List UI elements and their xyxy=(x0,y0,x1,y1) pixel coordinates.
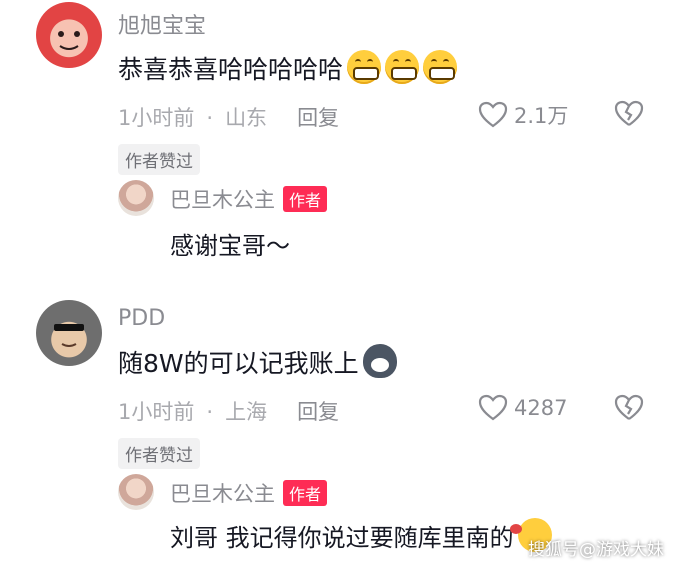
comment-meta: 1小时前 · 上海 回复 xyxy=(118,400,340,424)
reply-author[interactable]: 巴旦木公主 作者 xyxy=(170,478,328,508)
like-button[interactable]: 2.1万 xyxy=(478,100,568,130)
like-count: 4287 xyxy=(514,396,568,420)
comment-text: 随8W的可以记我账上 xyxy=(118,344,397,380)
grin-emoji-icon xyxy=(385,50,420,84)
reply-avatar[interactable] xyxy=(118,180,154,216)
heart-icon xyxy=(478,101,508,128)
reply-text: 刘哥 我记得你说过要随库里南的 xyxy=(170,518,552,553)
comment-text: 恭喜恭喜哈哈哈哈哈 xyxy=(118,50,458,86)
grin-emoji-icon xyxy=(347,50,382,84)
reply-text: 感谢宝哥～ xyxy=(170,232,290,260)
like-count: 2.1万 xyxy=(514,104,569,128)
broken-heart-icon xyxy=(614,100,644,126)
author-liked-badge: 作者赞过 xyxy=(118,144,200,175)
author-tag: 作者 xyxy=(283,186,328,212)
reply-text-content: 刘哥 我记得你说过要随库里南的 xyxy=(170,524,514,552)
author-liked-badge: 作者赞过 xyxy=(118,438,200,469)
grin-emoji-icon xyxy=(423,50,458,84)
reply-author[interactable]: 巴旦木公主 作者 xyxy=(170,184,328,214)
comment-meta: 1小时前 · 山东 回复 xyxy=(118,106,340,130)
wolf-emoji-icon xyxy=(362,344,397,378)
heart-icon xyxy=(478,394,508,421)
like-button[interactable]: 4287 xyxy=(478,394,567,422)
dislike-button[interactable] xyxy=(614,394,644,426)
comment-text-content: 恭喜恭喜哈哈哈哈哈 xyxy=(118,55,344,84)
comment-location: 山东 xyxy=(225,106,268,130)
watermark: 搜狐号@游戏大妹 xyxy=(528,540,664,560)
reply-author-name: 巴旦木公主 xyxy=(170,188,275,212)
comment-author[interactable]: PDD xyxy=(118,306,165,331)
avatar[interactable] xyxy=(36,300,102,366)
comment-time: 1小时前 xyxy=(118,400,195,424)
author-tag: 作者 xyxy=(283,480,328,506)
reply-author-name: 巴旦木公主 xyxy=(170,482,275,506)
reply-button[interactable]: 回复 xyxy=(297,400,339,424)
avatar[interactable] xyxy=(36,2,102,68)
reply-button[interactable]: 回复 xyxy=(297,106,339,130)
comment-text-content: 随8W的可以记我账上 xyxy=(118,349,359,378)
broken-heart-icon xyxy=(614,394,644,420)
comment-time: 1小时前 xyxy=(118,106,195,130)
comment-author[interactable]: 旭旭宝宝 xyxy=(118,8,206,40)
reply-avatar[interactable] xyxy=(118,474,154,510)
dislike-button[interactable] xyxy=(614,100,644,132)
comment-location: 上海 xyxy=(225,400,268,424)
